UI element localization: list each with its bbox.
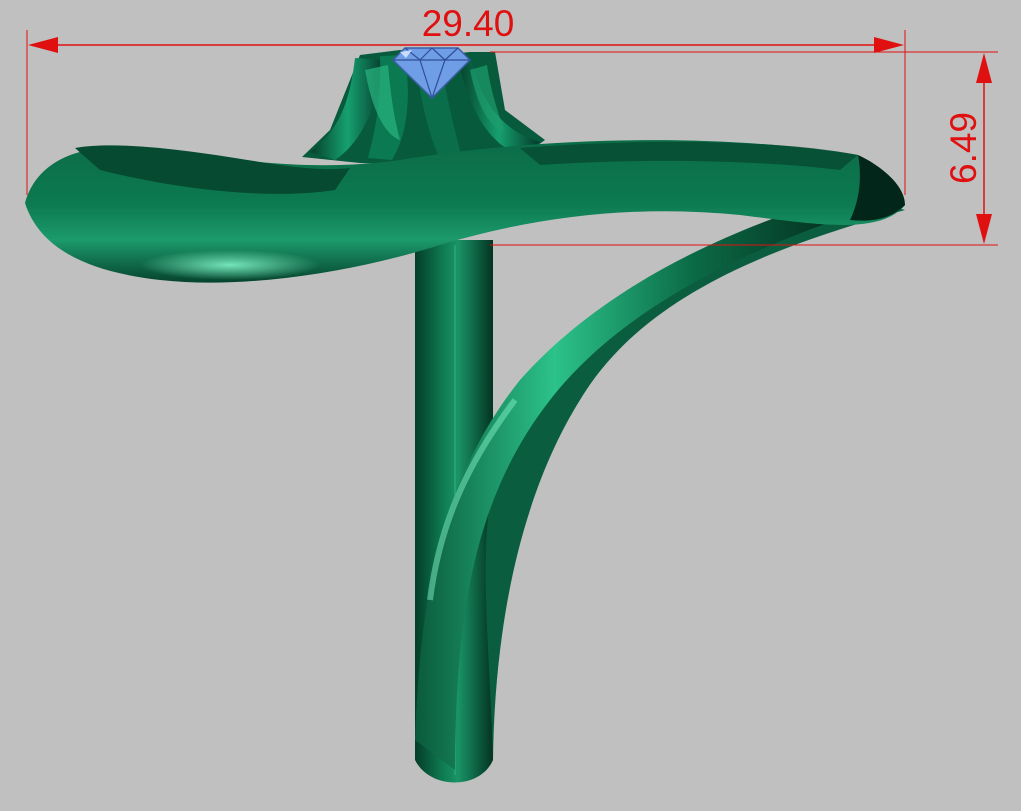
cad-viewport[interactable]: 29.40 6.49 <box>0 0 1021 811</box>
arrow-up-icon <box>976 53 992 83</box>
arrow-right-icon <box>874 37 904 53</box>
height-label: 6.49 <box>943 112 984 184</box>
arrow-down-icon <box>976 214 992 244</box>
arrow-left-icon <box>28 37 58 53</box>
width-label: 29.40 <box>422 3 515 44</box>
ring-render: 29.40 6.49 <box>25 3 998 783</box>
